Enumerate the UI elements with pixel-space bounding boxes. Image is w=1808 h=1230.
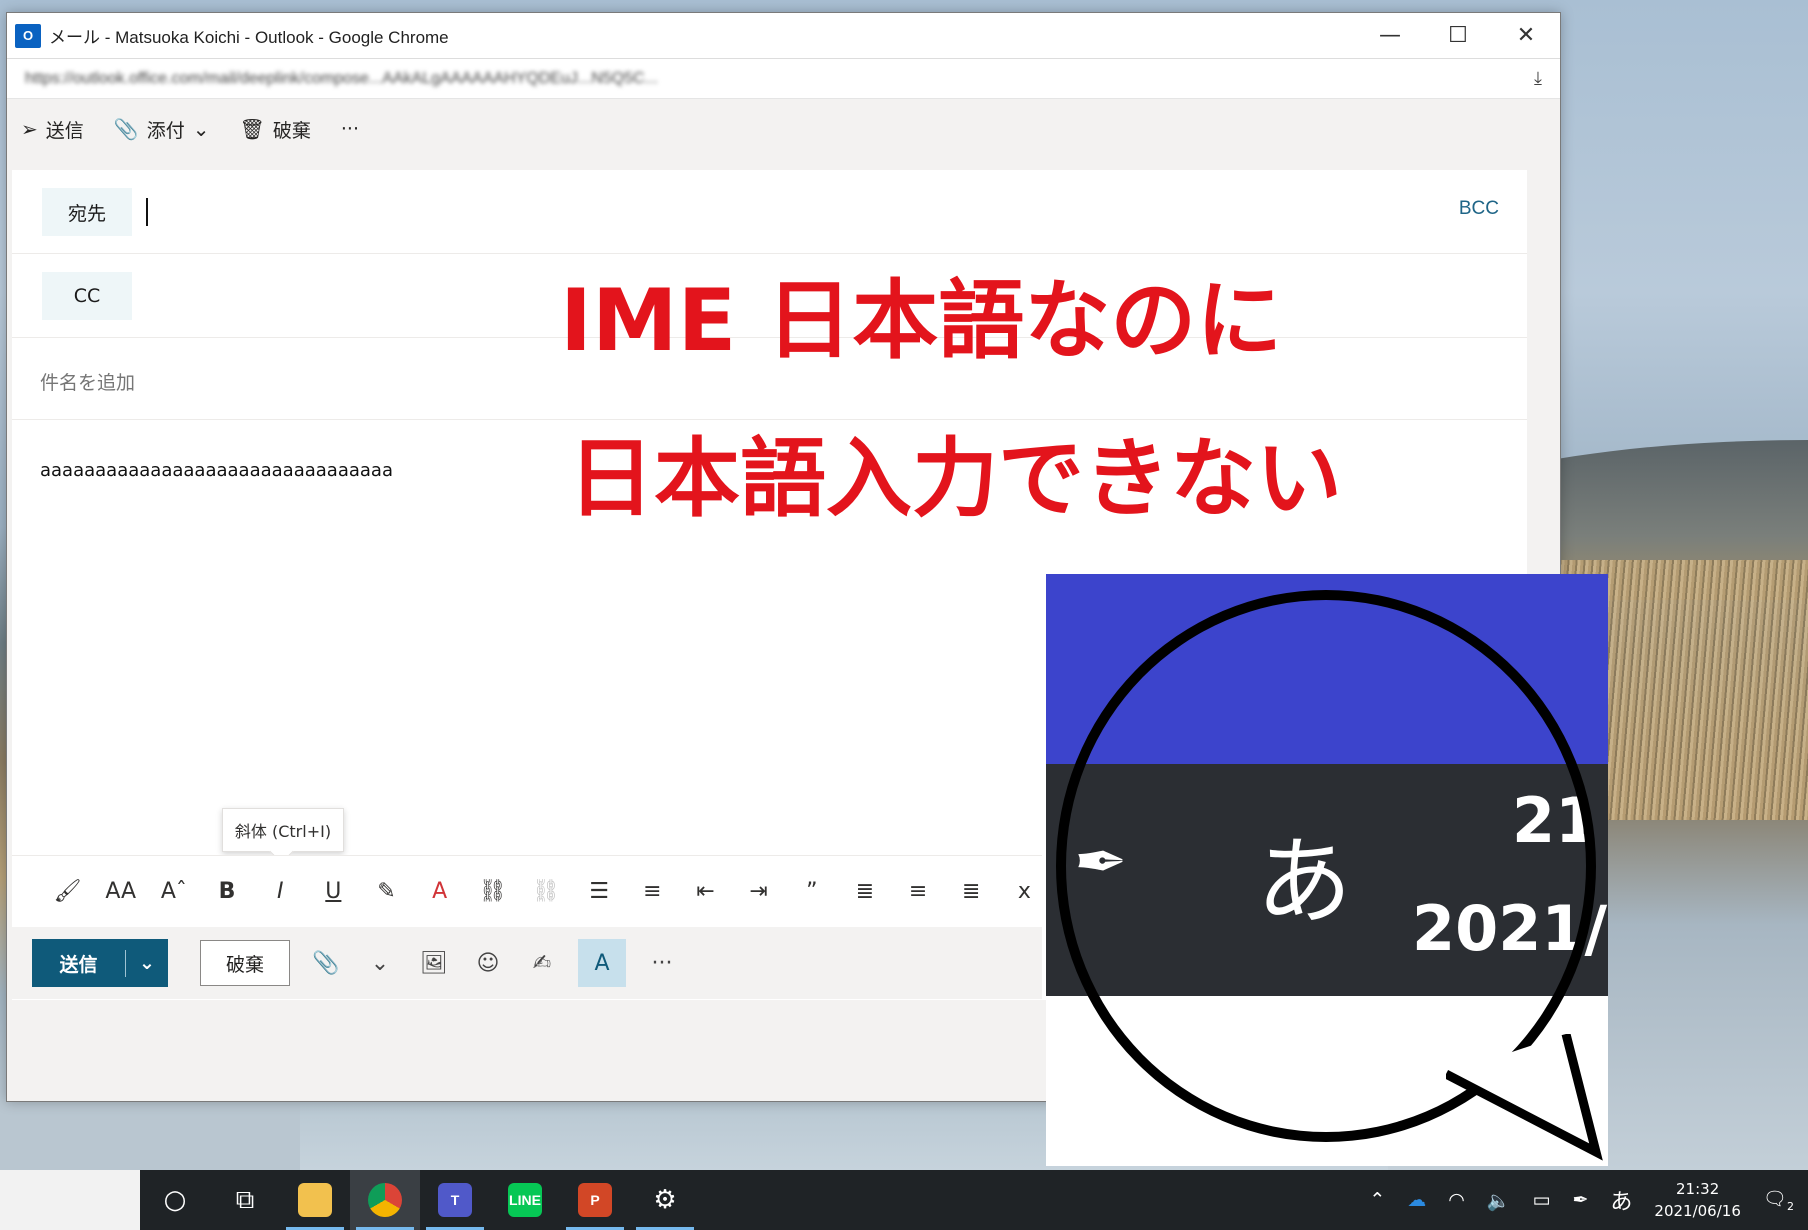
line-icon[interactable]: LINE xyxy=(490,1170,560,1230)
send-icon: ➢ xyxy=(21,117,38,141)
to-row[interactable]: 宛先 BCC xyxy=(12,170,1527,254)
font-size-icon[interactable]: AA xyxy=(103,879,138,904)
install-app-icon[interactable]: ⤓ xyxy=(1534,68,1542,89)
align-right-icon[interactable]: ≣ xyxy=(954,879,989,904)
format-toolbar: 🖌 AA Aˆ B I U ✎ A ⛓ ⛓ ☰ ≡ ⇤ ⇥ ” ≣ ≡ ≣ x xyxy=(12,855,1042,927)
clear-format-icon[interactable]: x xyxy=(1007,879,1042,904)
toolbar-discard-button[interactable]: 🗑 破棄 xyxy=(239,116,310,143)
wifi-icon[interactable]: ◠ xyxy=(1448,1189,1465,1211)
text-cursor xyxy=(146,198,148,226)
clock-date: 2021/06/16 xyxy=(1654,1202,1741,1220)
bullets-icon[interactable]: ☰ xyxy=(582,879,617,904)
bcc-button[interactable]: BCC xyxy=(1459,198,1499,220)
emoji-icon[interactable]: ☺ xyxy=(470,951,506,976)
outlook-icon: O xyxy=(15,23,41,48)
powerpoint-logo: P xyxy=(578,1183,612,1217)
url-text[interactable]: https://outlook.office.com/mail/deeplink… xyxy=(25,70,1534,88)
more-icon[interactable]: ··· xyxy=(644,951,680,976)
chevron-up-icon[interactable]: ⌃ xyxy=(1369,1189,1385,1211)
chrome-logo xyxy=(368,1183,402,1217)
overlay-caption-line1: IME 日本語なのに xyxy=(560,271,1283,371)
minimize-icon[interactable]: — xyxy=(1356,13,1424,59)
send-button[interactable]: 送信 ⌄ xyxy=(32,939,168,987)
chevron-down-icon[interactable]: ⌄ xyxy=(126,952,168,974)
folder-icon xyxy=(298,1183,332,1217)
volume-icon[interactable]: 🔈 xyxy=(1487,1189,1511,1212)
outdent-icon[interactable]: ⇤ xyxy=(688,879,723,904)
taskbar-search-box[interactable] xyxy=(0,1170,140,1230)
taskbar: ○ ⧉ T LINE P ⚙ ⌃ ☁ ◠ 🔈 ▭ ✒ あ 21:32 2021/… xyxy=(0,1170,1808,1230)
numbering-icon[interactable]: ≡ xyxy=(635,879,670,904)
align-left-icon[interactable]: ≣ xyxy=(847,879,882,904)
line-logo: LINE xyxy=(508,1183,542,1217)
compose-action-bar: 送信 ⌄ 破棄 📎 ⌄ 🖼 ☺ ✍ A ··· xyxy=(12,927,1042,999)
paperclip-icon: 📎 xyxy=(113,117,139,141)
highlight-icon[interactable]: ✎ xyxy=(369,879,404,904)
teams-logo: T xyxy=(438,1183,472,1217)
title-bar[interactable]: O メール - Matsuoka Koichi - Outlook - Goog… xyxy=(7,13,1560,59)
window-title: メール - Matsuoka Koichi - Outlook - Google… xyxy=(49,28,449,47)
compose-toolbar: ➢ 送信 📎 添付 ⌄ 🗑 破棄 ··· xyxy=(7,99,1560,159)
powerpoint-icon[interactable]: P xyxy=(560,1170,630,1230)
battery-icon[interactable]: ▭ xyxy=(1533,1189,1551,1211)
to-button[interactable]: 宛先 xyxy=(42,188,132,236)
editor-icon[interactable]: A xyxy=(578,939,626,987)
message-body[interactable]: aaaaaaaaaaaaaaaaaaaaaaaaaaaaaaaa xyxy=(40,460,393,481)
align-center-icon[interactable]: ≡ xyxy=(901,879,936,904)
task-view-icon[interactable]: ⧉ xyxy=(210,1170,280,1230)
font-color-icon[interactable]: A xyxy=(422,879,457,904)
settings-icon[interactable]: ⚙ xyxy=(630,1170,700,1230)
bold-icon[interactable]: B xyxy=(209,879,244,904)
chevron-down-icon[interactable]: ⌄ xyxy=(193,117,210,141)
superscript-icon[interactable]: Aˆ xyxy=(156,879,191,904)
toolbar-discard-label: 破棄 xyxy=(272,119,311,142)
address-bar[interactable]: https://outlook.office.com/mail/deeplink… xyxy=(7,59,1560,99)
onedrive-icon[interactable]: ☁ xyxy=(1407,1189,1426,1211)
more-icon: ··· xyxy=(340,118,359,140)
quote-icon[interactable]: ” xyxy=(794,879,829,904)
system-tray: ⌃ ☁ ◠ 🔈 ▭ ✒ あ 21:32 2021/06/16 🗨2 xyxy=(1369,1178,1808,1222)
notification-icon[interactable]: 🗨2 xyxy=(1763,1187,1794,1213)
insert-image-icon[interactable]: 🖼 xyxy=(416,951,452,976)
italic-icon[interactable]: I xyxy=(263,879,298,904)
toolbar-send-button[interactable]: ➢ 送信 xyxy=(21,116,84,143)
underline-icon[interactable]: U xyxy=(316,879,351,904)
teams-icon[interactable]: T xyxy=(420,1170,490,1230)
send-button-label: 送信 xyxy=(32,949,126,977)
notification-count: 2 xyxy=(1787,1199,1794,1213)
pen-icon[interactable]: ✒ xyxy=(1572,1189,1588,1211)
signature-icon[interactable]: ✍ xyxy=(524,951,560,976)
chevron-down-icon[interactable]: ⌄ xyxy=(362,951,398,976)
cortana-icon[interactable]: ○ xyxy=(140,1170,210,1230)
clock[interactable]: 21:32 2021/06/16 xyxy=(1654,1178,1740,1222)
toolbar-attach-label: 添付 xyxy=(146,119,185,142)
cc-button[interactable]: CC xyxy=(42,272,132,320)
subject-placeholder: 件名を追加 xyxy=(40,372,136,394)
overlay-caption-line2: 日本語入力できない xyxy=(568,429,1342,529)
chrome-icon[interactable] xyxy=(350,1170,420,1230)
toolbar-send-label: 送信 xyxy=(45,119,84,142)
ime-zoom-callout: ✒ あ 21 2021/0 xyxy=(1046,574,1608,1166)
paperclip-icon[interactable]: 📎 xyxy=(308,951,344,976)
close-icon[interactable]: ✕ xyxy=(1492,13,1560,59)
link-icon[interactable]: ⛓ xyxy=(475,879,510,904)
trash-icon: 🗑 xyxy=(239,117,265,141)
format-painter-icon[interactable]: 🖌 xyxy=(50,879,85,904)
discard-button[interactable]: 破棄 xyxy=(200,940,290,986)
indent-icon[interactable]: ⇥ xyxy=(741,879,776,904)
ime-mode-indicator[interactable]: あ xyxy=(1610,1184,1632,1216)
unlink-icon[interactable]: ⛓ xyxy=(528,879,563,904)
toolbar-more-button[interactable]: ··· xyxy=(341,118,359,140)
italic-tooltip: 斜体 (Ctrl+I) xyxy=(222,808,344,852)
callout-tail xyxy=(1446,1034,1603,1161)
desktop-water-left xyxy=(0,1100,300,1170)
maximize-icon[interactable]: ☐ xyxy=(1424,13,1492,59)
clock-time: 21:32 xyxy=(1676,1180,1720,1198)
toolbar-attach-button[interactable]: 📎 添付 ⌄ xyxy=(114,116,210,143)
file-explorer-icon[interactable] xyxy=(280,1170,350,1230)
